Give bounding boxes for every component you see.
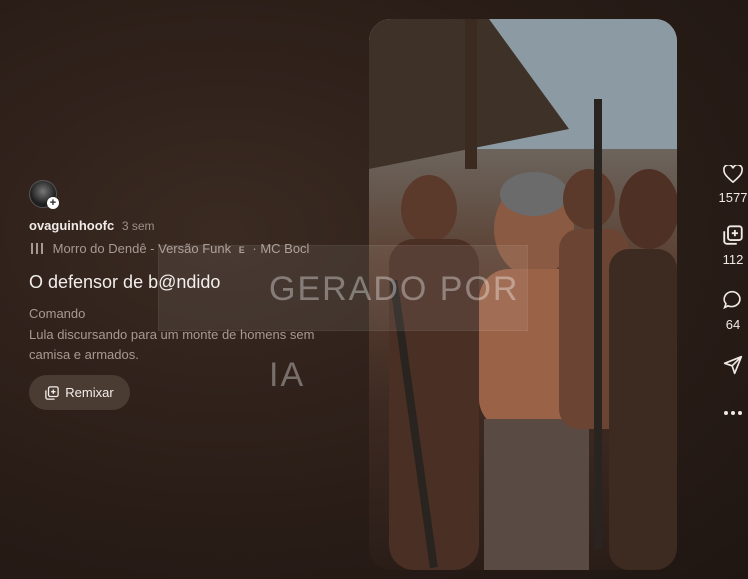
user-row: ovaguinhoofc 3 sem bbox=[29, 218, 155, 233]
more-action[interactable] bbox=[718, 403, 748, 421]
username[interactable]: ovaguinhoofc bbox=[29, 218, 114, 233]
like-count: 1577 bbox=[718, 190, 748, 205]
heart-icon bbox=[723, 163, 743, 184]
remix-icon bbox=[45, 385, 60, 400]
comment-icon bbox=[723, 290, 741, 310]
follow-plus-icon[interactable]: + bbox=[47, 197, 59, 209]
section-label: Comando bbox=[29, 306, 86, 321]
more-icon bbox=[724, 411, 742, 415]
remix-button[interactable]: Remixar bbox=[29, 375, 130, 410]
comment-count: 64 bbox=[725, 317, 741, 332]
remix-action[interactable]: 112 bbox=[718, 225, 748, 267]
remix-action-icon bbox=[723, 225, 743, 245]
watermark: GERADO POR IA bbox=[158, 245, 528, 394]
like-action[interactable]: 1577 bbox=[718, 163, 748, 205]
comment-action[interactable]: 64 bbox=[718, 290, 748, 332]
remix-label: Remixar bbox=[65, 385, 114, 400]
send-icon bbox=[723, 355, 743, 375]
music-bars-icon bbox=[31, 243, 43, 254]
remix-count: 112 bbox=[722, 252, 744, 267]
share-action[interactable] bbox=[718, 355, 748, 380]
post-time: 3 sem bbox=[121, 219, 155, 233]
